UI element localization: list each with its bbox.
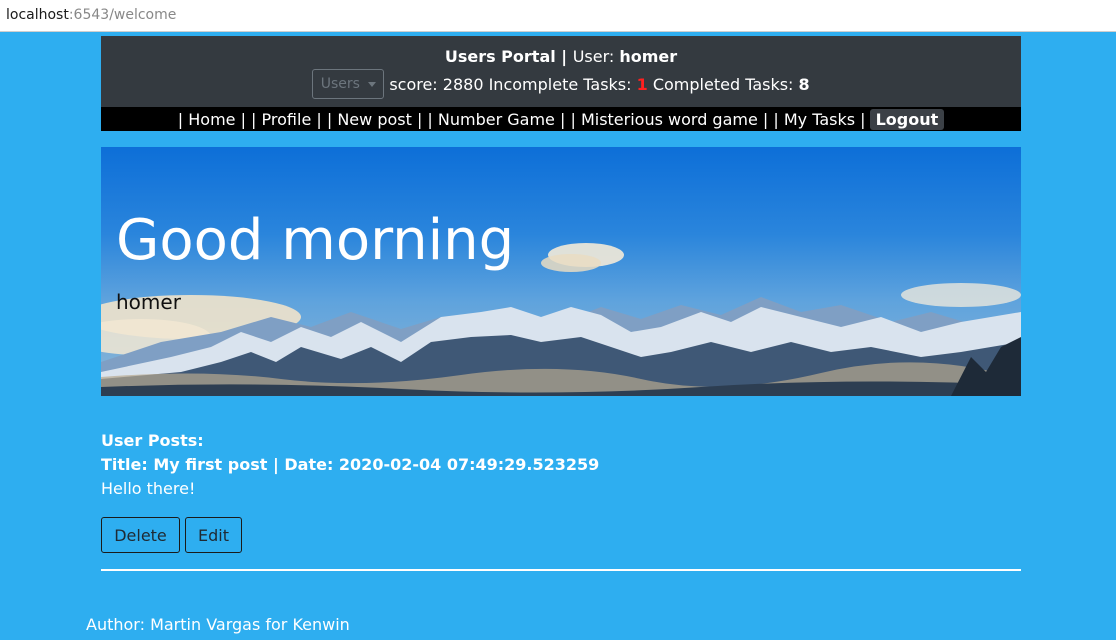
section-divider <box>101 569 1021 571</box>
incomplete-label: Incomplete Tasks: <box>483 74 637 94</box>
nav-home[interactable]: | Home | <box>178 110 246 129</box>
users-dropdown-label: Users <box>320 76 360 92</box>
header-stats-line: Users score: 2880 Incomplete Tasks: 1 Co… <box>101 69 1021 99</box>
greeting-username: homer <box>116 290 181 314</box>
score-label: score: <box>389 74 443 94</box>
url-path: :6543/welcome <box>68 7 177 23</box>
post-body: Hello there! <box>101 479 196 498</box>
welcome-jumbotron: Good morning homer <box>101 147 1021 396</box>
browser-address-bar[interactable]: localhost:6543/welcome <box>0 0 1116 32</box>
edit-post-button[interactable]: Edit <box>185 517 242 553</box>
nav-new-post[interactable]: | New post | <box>322 110 423 129</box>
header-title-line: Users Portal | User: homer <box>101 47 1021 66</box>
username: homer <box>619 47 678 66</box>
nav-word-game[interactable]: | Misterious word game | <box>565 110 768 129</box>
portal-header: Users Portal | User: homer Users score: … <box>101 36 1021 107</box>
logout-button[interactable]: Logout <box>869 108 945 130</box>
incomplete-count: 1 <box>636 74 648 94</box>
main-nav: | Home | | Profile | | New post | | Numb… <box>101 107 1021 131</box>
portal-title: Users Portal <box>444 47 556 66</box>
users-dropdown[interactable]: Users <box>312 69 385 99</box>
footer-author: Author: Martin Vargas for Kenwin <box>86 615 350 634</box>
delete-post-button[interactable]: Delete <box>101 517 180 553</box>
completed-count: 8 <box>798 74 810 94</box>
greeting-heading: Good morning <box>116 208 515 273</box>
nav-my-tasks[interactable]: | My Tasks | <box>768 110 865 129</box>
url-host: localhost <box>6 7 69 23</box>
nav-number-game[interactable]: | Number Game | <box>422 110 565 129</box>
user-posts-heading: User Posts: <box>101 431 204 450</box>
address-url[interactable]: localhost:6543/welcome <box>6 7 176 23</box>
nav-profile[interactable]: | Profile | <box>246 110 322 129</box>
title-separator: | <box>555 47 573 66</box>
completed-label: Completed Tasks: <box>647 74 799 94</box>
caret-down-icon <box>367 81 376 87</box>
post-title-line: Title: My first post | Date: 2020-02-04 … <box>101 455 600 474</box>
user-label: User: <box>572 47 620 66</box>
score-value: 2880 <box>442 74 484 94</box>
